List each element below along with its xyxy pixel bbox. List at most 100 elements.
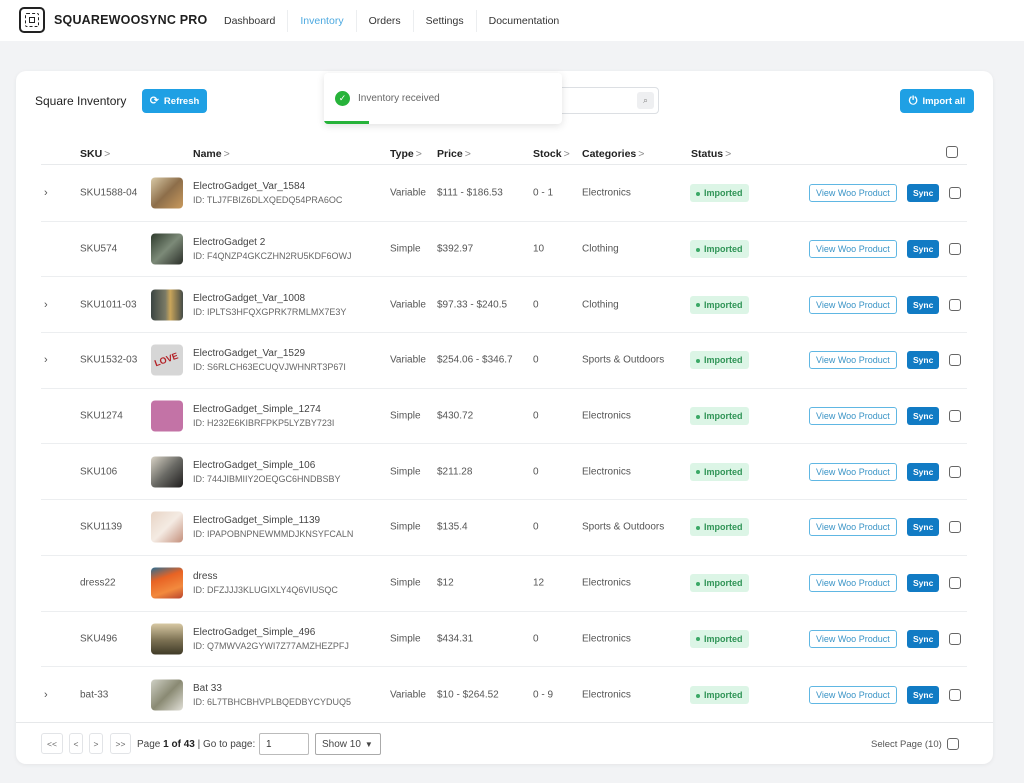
- view-woo-product-button[interactable]: View Woo Product: [809, 629, 897, 648]
- view-woo-product-button[interactable]: View Woo Product: [809, 351, 897, 370]
- view-woo-product-button[interactable]: View Woo Product: [809, 462, 897, 481]
- sort-caret-icon: >: [415, 148, 422, 160]
- row-select-checkbox[interactable]: [949, 298, 961, 311]
- page-size-select[interactable]: Show 10 ▼: [315, 733, 381, 755]
- last-page-button[interactable]: >>: [110, 733, 131, 754]
- view-woo-product-button[interactable]: View Woo Product: [809, 407, 897, 426]
- row-select-checkbox[interactable]: [949, 187, 961, 200]
- view-woo-product-button[interactable]: View Woo Product: [809, 295, 897, 314]
- product-thumbnail: [151, 233, 183, 265]
- status-label: Imported: [704, 466, 743, 477]
- price-cell: $135.4: [437, 521, 468, 533]
- page-count: 1 of 43: [163, 739, 195, 750]
- row-select-checkbox[interactable]: [949, 689, 961, 702]
- product-thumbnail: [151, 623, 183, 655]
- sort-caret-icon: >: [638, 148, 645, 160]
- sync-button[interactable]: Sync: [907, 518, 940, 537]
- sync-button[interactable]: Sync: [907, 686, 940, 705]
- name-cell: ElectroGadget_Simple_496 ID: Q7MWVA2GYWI7…: [193, 627, 349, 651]
- status-label: Imported: [704, 355, 743, 366]
- expand-chevron-icon[interactable]: ›: [44, 187, 48, 199]
- expand-chevron-icon[interactable]: ›: [44, 354, 48, 366]
- nav-inventory[interactable]: Inventory: [288, 9, 357, 32]
- product-thumbnail: [151, 679, 183, 711]
- price-cell: $111 - $186.53: [437, 187, 503, 199]
- sku-cell: dress22: [80, 577, 116, 589]
- sync-button[interactable]: Sync: [907, 295, 940, 314]
- chevron-down-icon: ▼: [364, 739, 373, 749]
- sort-caret-icon: >: [563, 148, 570, 160]
- sync-button[interactable]: Sync: [907, 351, 940, 370]
- sync-button[interactable]: Sync: [907, 574, 940, 593]
- row-select-checkbox[interactable]: [949, 410, 961, 423]
- status-badge: Imported: [690, 518, 749, 537]
- row-select-checkbox[interactable]: [949, 243, 961, 256]
- name-cell: ElectroGadget_Var_1529 ID: S6RLCH63ECUQVJ…: [193, 348, 346, 372]
- refresh-button[interactable]: ⟳ Refresh: [142, 89, 207, 113]
- status-badge: Imported: [690, 184, 749, 203]
- select-page-checkbox[interactable]: [947, 738, 959, 750]
- select-all-checkbox[interactable]: [946, 146, 958, 158]
- name-cell: ElectroGadget_Simple_1274 ID: H232E6KIBRF…: [193, 404, 334, 428]
- col-price-label: Price: [437, 148, 463, 160]
- sync-button[interactable]: Sync: [907, 184, 940, 203]
- status-label: Imported: [704, 411, 743, 422]
- nav-orders[interactable]: Orders: [357, 9, 414, 32]
- type-cell: Simple: [390, 521, 421, 533]
- category-cell: Electronics: [582, 577, 631, 589]
- nav-documentation[interactable]: Documentation: [477, 10, 572, 32]
- view-woo-product-button[interactable]: View Woo Product: [809, 184, 897, 203]
- sync-button[interactable]: Sync: [907, 462, 940, 481]
- inventory-card: Square Inventory ⟳ Refresh ⌕ ⏻ Import al…: [16, 71, 993, 764]
- row-select-checkbox[interactable]: [949, 632, 961, 645]
- sku-cell: SKU574: [80, 243, 118, 255]
- name-cell: Bat 33 ID: 6L7TBHCBHVPLBQEDBYCYDUQ5: [193, 683, 351, 707]
- sku-cell: SKU1139: [80, 521, 123, 533]
- search-input[interactable]: ⌕: [554, 87, 659, 114]
- col-stock[interactable]: Stock >: [533, 148, 570, 160]
- price-cell: $434.31: [437, 633, 474, 645]
- goto-page-input[interactable]: [259, 733, 309, 755]
- nav-dashboard[interactable]: Dashboard: [212, 9, 289, 32]
- expand-chevron-icon[interactable]: ›: [44, 299, 48, 311]
- product-thumbnail: [151, 177, 183, 209]
- price-cell: $392.97: [437, 243, 474, 255]
- nav-settings[interactable]: Settings: [414, 9, 477, 32]
- row-select-checkbox[interactable]: [949, 521, 961, 534]
- next-page-button[interactable]: >: [89, 733, 103, 754]
- sync-button[interactable]: Sync: [907, 407, 940, 426]
- col-categories[interactable]: Categories >: [582, 148, 644, 160]
- row-select-checkbox[interactable]: [949, 465, 961, 478]
- col-price[interactable]: Price >: [437, 148, 471, 160]
- view-woo-product-button[interactable]: View Woo Product: [809, 518, 897, 537]
- toast-notification[interactable]: ✓ Inventory received: [324, 73, 562, 124]
- status-dot-icon: [696, 581, 700, 586]
- status-badge: Imported: [690, 574, 749, 593]
- sync-button[interactable]: Sync: [907, 240, 940, 259]
- top-nav-bar: SQUAREWOOSYNC PRO Dashboard Inventory Or…: [0, 0, 1024, 41]
- page-prefix: Page: [137, 739, 161, 750]
- table-row: dress22 dress ID: DFZJJJ3KLUGIXLY4Q6VIUSQC…: [41, 556, 967, 612]
- col-sku[interactable]: SKU >: [80, 148, 110, 160]
- view-woo-product-button[interactable]: View Woo Product: [809, 240, 897, 259]
- expand-chevron-icon[interactable]: ›: [44, 689, 48, 701]
- brand-name: SQUAREWOOSYNC PRO: [54, 13, 208, 27]
- search-icon[interactable]: ⌕: [637, 92, 654, 109]
- logo-icon: [19, 7, 45, 33]
- import-all-button[interactable]: ⏻ Import all: [900, 89, 974, 113]
- col-type[interactable]: Type >: [390, 148, 422, 160]
- view-woo-product-button[interactable]: View Woo Product: [809, 574, 897, 593]
- sync-button[interactable]: Sync: [907, 629, 940, 648]
- prev-page-button[interactable]: <: [69, 733, 83, 754]
- view-woo-product-button[interactable]: View Woo Product: [809, 686, 897, 705]
- col-name-label: Name: [193, 148, 222, 160]
- row-select-checkbox[interactable]: [949, 577, 961, 590]
- stock-cell: 10: [533, 243, 545, 255]
- category-cell: Sports & Outdoors: [582, 521, 665, 533]
- product-thumbnail: [151, 400, 183, 432]
- col-status[interactable]: Status >: [691, 148, 731, 160]
- row-select-checkbox[interactable]: [949, 354, 961, 367]
- status-badge: Imported: [690, 462, 749, 481]
- col-name[interactable]: Name >: [193, 148, 230, 160]
- first-page-button[interactable]: <<: [41, 733, 63, 754]
